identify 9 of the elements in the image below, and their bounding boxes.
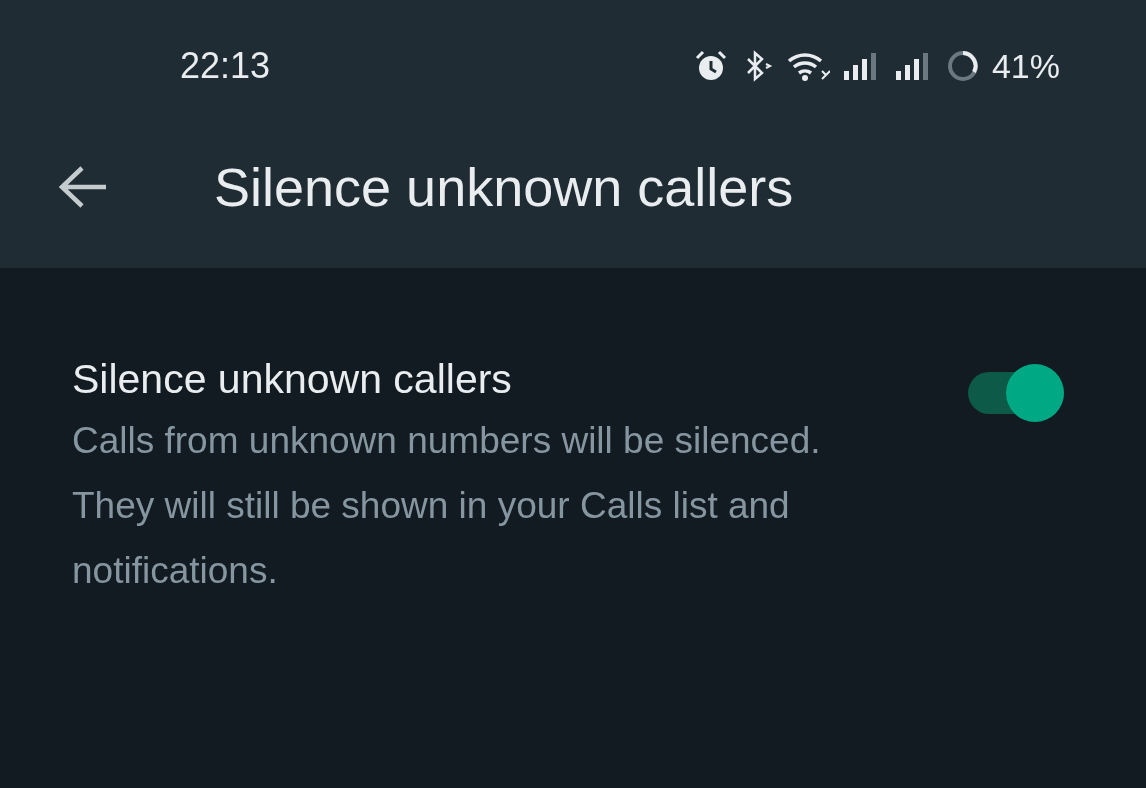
- back-icon[interactable]: [58, 165, 108, 209]
- page-title: Silence unknown callers: [214, 156, 794, 218]
- setting-title: Silence unknown callers: [72, 355, 513, 404]
- battery-percent: 41%: [991, 46, 1060, 86]
- status-time: 22:13: [180, 45, 271, 87]
- setting-description: Calls from unknown numbers will be silenced. They will still be shown in your Calls list and notifications.: [72, 419, 822, 593]
- battery-icon: [945, 49, 980, 83]
- alarm-icon: [693, 49, 728, 83]
- toggle-switch[interactable]: [968, 364, 1064, 422]
